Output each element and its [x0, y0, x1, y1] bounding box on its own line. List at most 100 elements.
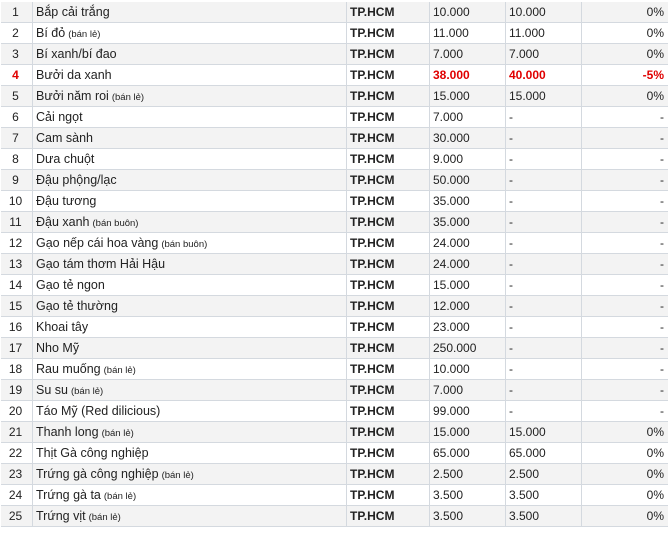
- product-name: Đậu tương: [36, 194, 97, 208]
- price-previous: -: [505, 127, 582, 149]
- price-current: 50.000: [429, 169, 506, 191]
- product-name: Bí xanh/bí đao: [36, 47, 117, 61]
- product-name: Trứng gà công nghiệp: [36, 467, 159, 481]
- product-name-cell: Cam sành: [32, 127, 347, 149]
- price-change: 0%: [581, 2, 668, 23]
- product-name: Bưởi da xanh: [36, 68, 112, 82]
- product-name: Rau muống: [36, 362, 101, 376]
- price-change: 0%: [581, 484, 668, 506]
- location: TP.HCM: [346, 2, 430, 23]
- location: TP.HCM: [346, 337, 430, 359]
- row-index: 10: [1, 190, 33, 212]
- product-name-cell: Gạo tám thơm Hải Hậu: [32, 253, 347, 275]
- price-change: -: [581, 148, 668, 170]
- table-row: 1 Bắp cải trắng TP.HCM 10.000 10.000 0%: [1, 2, 668, 23]
- price-change: -: [581, 379, 668, 401]
- location: TP.HCM: [346, 400, 430, 422]
- product-name: Gạo nếp cái hoa vàng: [36, 236, 159, 250]
- product-name: Bắp cải trắng: [36, 5, 110, 19]
- price-current: 7.000: [429, 379, 506, 401]
- location: TP.HCM: [346, 64, 430, 86]
- price-change: -: [581, 127, 668, 149]
- price-previous: 15.000: [505, 421, 582, 443]
- price-change: 0%: [581, 505, 668, 527]
- price-previous: -: [505, 295, 582, 317]
- product-name-cell: Bưởi năm roi (bán lẻ): [32, 85, 347, 107]
- price-current: 10.000: [429, 2, 506, 23]
- location: TP.HCM: [346, 295, 430, 317]
- product-name-cell: Trứng gà ta (bán lẻ): [32, 484, 347, 506]
- product-name: Gạo tẻ thường: [36, 299, 118, 313]
- price-change: -: [581, 337, 668, 359]
- price-change: -5%: [581, 64, 668, 86]
- price-change: -: [581, 295, 668, 317]
- row-index: 22: [1, 442, 33, 464]
- price-change: -: [581, 211, 668, 233]
- row-index: 16: [1, 316, 33, 338]
- price-previous: 65.000: [505, 442, 582, 464]
- price-previous: -: [505, 274, 582, 296]
- product-note: (bán lẻ): [111, 92, 145, 103]
- price-table: 1 Bắp cải trắng TP.HCM 10.000 10.000 0% 2 Bí đỏ…: [1, 2, 668, 527]
- product-name-cell: Khoai tây: [32, 316, 347, 338]
- product-note: (bán lẻ): [88, 512, 121, 523]
- price-previous: -: [505, 148, 582, 170]
- row-index: 14: [1, 274, 33, 296]
- row-index: 6: [1, 106, 33, 128]
- product-note: (bán buôn): [161, 239, 208, 250]
- product-name-cell: Thanh long (bán lẻ): [32, 421, 347, 443]
- price-current: 38.000: [429, 64, 506, 86]
- table-row: 16 Khoai tây TP.HCM 23.000- -: [1, 316, 668, 338]
- location: TP.HCM: [346, 106, 430, 128]
- product-name: Táo Mỹ (Red dilicious): [36, 404, 161, 418]
- price-change: -: [581, 253, 668, 275]
- table-row: 12 Gạo nếp cái hoa vàng (bán buôn) TP.HCM 24…: [1, 232, 668, 254]
- table-row: 13 Gạo tám thơm Hải Hậu TP.HCM 24.000- -: [1, 253, 668, 275]
- price-table-body: 1 Bắp cải trắng TP.HCM 10.000 10.000 0% 2 Bí đỏ…: [1, 2, 668, 527]
- price-previous: -: [505, 106, 582, 128]
- product-name-cell: Đậu phộng/lạc: [32, 169, 347, 191]
- product-name-cell: Táo Mỹ (Red dilicious): [32, 400, 347, 422]
- product-name: Đậu phộng/lạc: [36, 173, 117, 187]
- product-name: Bưởi năm roi: [36, 89, 109, 103]
- price-current: 23.000: [429, 316, 506, 338]
- price-current: 7.000: [429, 43, 506, 65]
- product-name-cell: Su su (bán lẻ): [32, 379, 347, 401]
- location: TP.HCM: [346, 190, 430, 212]
- product-name-cell: Nho Mỹ: [32, 337, 347, 359]
- product-note: (bán lẻ): [161, 470, 194, 481]
- price-current: 10.000: [429, 358, 506, 380]
- price-previous: 3.500: [505, 505, 582, 527]
- table-row: 2 Bí đỏ (bán lẻ) TP.HCM 11.000 11.000 0%: [1, 22, 668, 44]
- price-current: 24.000: [429, 232, 506, 254]
- row-index: 2: [1, 22, 33, 44]
- location: TP.HCM: [346, 253, 430, 275]
- row-index: 11: [1, 211, 33, 233]
- product-name-cell: Thịt Gà công nghiệp: [32, 442, 347, 464]
- price-current: 12.000: [429, 295, 506, 317]
- price-previous: 7.000: [505, 43, 582, 65]
- product-name-cell: Bưởi da xanh: [32, 64, 347, 86]
- table-row: 9 Đậu phộng/lạc TP.HCM 50.000- -: [1, 169, 668, 191]
- row-index: 21: [1, 421, 33, 443]
- location: TP.HCM: [346, 421, 430, 443]
- price-previous: 10.000: [505, 2, 582, 23]
- row-index: 7: [1, 127, 33, 149]
- price-previous: 11.000: [505, 22, 582, 44]
- product-name: Gạo tám thơm Hải Hậu: [36, 257, 166, 271]
- price-change: -: [581, 169, 668, 191]
- row-index: 5: [1, 85, 33, 107]
- product-name: Cam sành: [36, 131, 93, 145]
- table-row: 20 Táo Mỹ (Red dilicious) TP.HCM 99.000- -: [1, 400, 668, 422]
- price-previous: -: [505, 337, 582, 359]
- price-change: -: [581, 358, 668, 380]
- price-change: 0%: [581, 43, 668, 65]
- location: TP.HCM: [346, 442, 430, 464]
- location: TP.HCM: [346, 85, 430, 107]
- price-change: 0%: [581, 421, 668, 443]
- table-row: 25 Trứng vịt (bán lẻ) TP.HCM 3.500 3.500 0%: [1, 505, 668, 527]
- table-row: 14 Gạo tẻ ngon TP.HCM 15.000- -: [1, 274, 668, 296]
- product-name: Thịt Gà công nghiệp: [36, 446, 149, 460]
- product-note: (bán lẻ): [103, 491, 137, 502]
- price-previous: 2.500: [505, 463, 582, 485]
